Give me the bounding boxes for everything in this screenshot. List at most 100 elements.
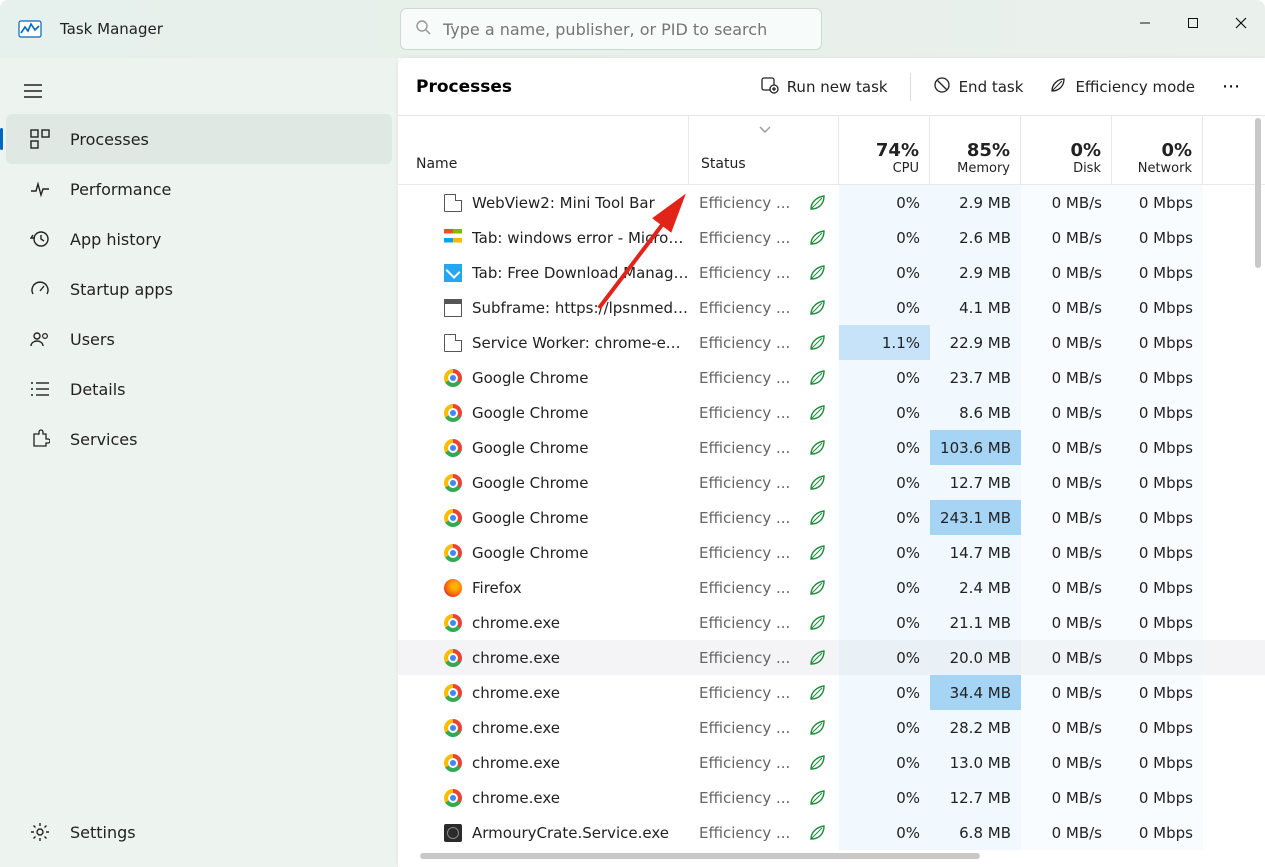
search-box[interactable] [400,8,822,50]
list-icon [30,379,50,399]
table-row[interactable]: chrome.exeEfficiency ...0%13.0 MB0 MB/s0… [398,745,1265,780]
cell-memory: 2.9 MB [930,185,1021,220]
table-row[interactable]: chrome.exeEfficiency ...0%21.1 MB0 MB/s0… [398,605,1265,640]
search-input[interactable] [443,20,807,39]
table-row[interactable]: ArmouryCrate.Service.exeEfficiency ...0%… [398,815,1265,850]
table-row[interactable]: chrome.exeEfficiency ...0%20.0 MB0 MB/s0… [398,640,1265,675]
pulse-icon [30,179,50,199]
table-row[interactable]: Google ChromeEfficiency ...0%243.1 MB0 M… [398,500,1265,535]
table-row[interactable]: WebView2: Mini Tool BarEfficiency ...0%2… [398,185,1265,220]
sidebar-item-settings[interactable]: Settings [6,807,392,857]
column-header-status[interactable]: Status [689,116,839,184]
column-header-name[interactable]: Name [398,116,689,184]
process-icon [444,404,462,422]
process-name: WebView2: Mini Tool Bar [472,194,655,212]
leaf-icon [809,719,827,737]
vertical-scrollbar[interactable] [1255,116,1263,446]
cell-memory: 21.1 MB [930,605,1021,640]
cell-name: WebView2: Mini Tool Bar [398,185,689,220]
cell-memory: 34.4 MB [930,675,1021,710]
sidebar-item-services[interactable]: Services [6,414,392,464]
cell-status: Efficiency ... [689,745,839,780]
column-label: Disk [1073,161,1101,176]
content-panel: Processes Run new task End task Efficien… [398,58,1265,867]
cell-cpu: 0% [839,675,930,710]
separator [910,73,911,101]
process-name: chrome.exe [472,789,560,807]
process-name: Google Chrome [472,439,589,457]
scrollbar-thumb[interactable] [1255,118,1261,268]
sidebar-item-processes[interactable]: Processes [6,114,392,164]
table-row[interactable]: Google ChromeEfficiency ...0%23.7 MB0 MB… [398,360,1265,395]
status-text: Efficiency ... [699,369,790,387]
table-row[interactable]: Google ChromeEfficiency ...0%14.7 MB0 MB… [398,535,1265,570]
cell-memory: 2.6 MB [930,220,1021,255]
table-row[interactable]: Tab: windows error - Microsoft...Efficie… [398,220,1265,255]
cell-name: Tab: Free Download Manager ... [398,255,689,290]
search-icon [415,19,431,39]
table-row[interactable]: Tab: Free Download Manager ... Efficiency… [398,255,1265,290]
sidebar-item-app-history[interactable]: App history [6,214,392,264]
cell-status: Efficiency ... [689,360,839,395]
process-icon [444,684,462,702]
cell-cpu: 0% [839,220,930,255]
leaf-icon [809,404,827,422]
column-value: 74% [876,140,919,161]
table-row[interactable]: chrome.exeEfficiency ...0%12.7 MB0 MB/s0… [398,780,1265,815]
cell-status: Efficiency ... [689,255,839,290]
cell-cpu: 0% [839,185,930,220]
status-text: Efficiency ... [699,264,790,282]
process-icon [444,229,462,247]
sidebar-item-label: Startup apps [70,280,173,299]
column-label: CPU [893,161,919,176]
process-name: Google Chrome [472,474,589,492]
run-new-task-button[interactable]: Run new task [757,70,892,104]
table-row[interactable]: Subframe: https://lpsnmedia.n...Efficien… [398,290,1265,325]
column-header-memory[interactable]: 85% Memory [930,116,1021,184]
cell-disk: 0 MB/s [1021,430,1112,465]
maximize-button[interactable] [1169,0,1217,46]
cell-memory: 12.7 MB [930,780,1021,815]
cell-memory: 2.4 MB [930,570,1021,605]
process-name: chrome.exe [472,684,560,702]
cell-disk: 0 MB/s [1021,605,1112,640]
hamburger-button[interactable] [8,68,58,114]
cell-cpu: 0% [839,395,930,430]
table-row[interactable]: Google ChromeEfficiency ...0%8.6 MB0 MB/… [398,395,1265,430]
cell-cpu: 0% [839,360,930,395]
column-header-network[interactable]: 0% Network [1112,116,1203,184]
process-name: ArmouryCrate.Service.exe [472,824,669,842]
table-row[interactable]: Service Worker: chrome-exten...Efficienc… [398,325,1265,360]
cell-name: Firefox [398,570,689,605]
cell-name: Google Chrome [398,500,689,535]
table-row[interactable]: Google ChromeEfficiency ...0%103.6 MB0 M… [398,430,1265,465]
table-row[interactable]: FirefoxEfficiency ...0%2.4 MB0 MB/s0 Mbp… [398,570,1265,605]
minimize-button[interactable] [1121,0,1169,46]
sidebar-item-details[interactable]: Details [6,364,392,414]
more-button[interactable]: ⋯ [1217,76,1247,97]
end-task-button[interactable]: End task [929,70,1028,104]
scrollbar-thumb[interactable] [420,853,980,859]
sidebar-item-performance[interactable]: Performance [6,164,392,214]
horizontal-scrollbar[interactable] [420,853,1020,863]
chevron-down-icon [759,122,771,138]
sidebar-item-users[interactable]: Users [6,314,392,364]
cell-name: ArmouryCrate.Service.exe [398,815,689,850]
table-row[interactable]: Google ChromeEfficiency ...0%12.7 MB0 MB… [398,465,1265,500]
close-button[interactable] [1217,0,1265,46]
table-row[interactable]: chrome.exeEfficiency ...0%28.2 MB0 MB/s0… [398,710,1265,745]
process-name: chrome.exe [472,649,560,667]
column-header-cpu[interactable]: 74% CPU [839,116,930,184]
process-icon [444,754,462,772]
cell-name: Tab: windows error - Microsoft... [398,220,689,255]
process-icon [444,264,462,282]
status-text: Efficiency ... [699,649,790,667]
table-row[interactable]: chrome.exeEfficiency ...0%34.4 MB0 MB/s0… [398,675,1265,710]
efficiency-mode-button[interactable]: Efficiency mode [1045,70,1199,104]
leaf-icon [809,299,827,317]
process-name: chrome.exe [472,719,560,737]
sidebar-item-startup-apps[interactable]: Startup apps [6,264,392,314]
cell-status: Efficiency ... [689,675,839,710]
process-rows: WebView2: Mini Tool BarEfficiency ...0%2… [398,185,1265,850]
column-header-disk[interactable]: 0% Disk [1021,116,1112,184]
